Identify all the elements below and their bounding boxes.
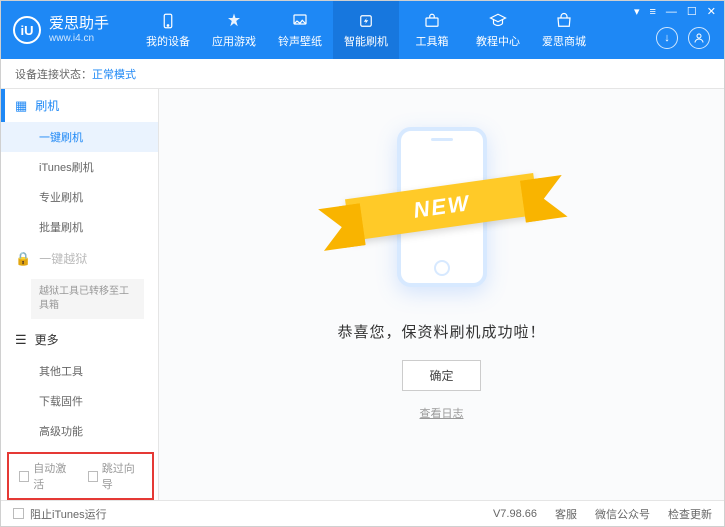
view-log-link[interactable]: 查看日志 [420,405,464,421]
sidebar-item-onekey-flash[interactable]: 一键刷机 [1,122,158,152]
footer-bar: 阻止iTunes运行 V7.98.66 客服 微信公众号 检查更新 [1,500,724,526]
tab-apps-games[interactable]: 应用游戏 [201,1,267,59]
download-icon[interactable]: ↓ [656,27,678,49]
tab-ringtones[interactable]: 铃声壁纸 [267,1,333,59]
sidebar-item-other-tools[interactable]: 其他工具 [1,356,158,386]
device-status-bar: 设备连接状态： 正常模式 [1,59,724,89]
tray-icon[interactable]: ≡ [649,6,655,18]
status-mode: 正常模式 [92,66,136,82]
sidebar-head-flash[interactable]: ▦ 刷机 [1,89,158,122]
maximize-icon[interactable]: ☐ [687,5,697,18]
options-highlight-box: 自动激活 跳过向导 [7,452,154,500]
footer-link-update[interactable]: 检查更新 [668,506,712,522]
success-illustration: NEW [332,117,552,297]
version-label: V7.98.66 [493,508,537,520]
footer-link-wechat[interactable]: 微信公众号 [595,506,650,522]
sidebar-item-advanced[interactable]: 高级功能 [1,416,158,446]
footer-link-support[interactable]: 客服 [555,506,577,522]
sidebar-item-download-firmware[interactable]: 下载固件 [1,386,158,416]
app-name: 爱思助手 [49,16,109,33]
logo-icon: iU [13,16,41,44]
success-message: 恭喜您，保资料刷机成功啦！ [337,321,545,342]
tab-store[interactable]: 爱思商城 [531,1,597,59]
sidebar-item-batch-flash[interactable]: 批量刷机 [1,212,158,242]
tab-smart-flash[interactable]: 智能刷机 [333,1,399,59]
sidebar: ▦ 刷机 一键刷机 iTunes刷机 专业刷机 批量刷机 🔒 一键越狱 越狱工具… [1,89,159,500]
flash-icon: ▦ [15,98,27,114]
tab-tutorials[interactable]: 教程中心 [465,1,531,59]
sidebar-item-itunes-flash[interactable]: iTunes刷机 [1,152,158,182]
sidebar-head-more[interactable]: ☰ 更多 [1,323,158,356]
more-icon: ☰ [15,332,27,348]
close-icon[interactable]: ✕ [707,5,716,18]
main-content: NEW 恭喜您，保资料刷机成功啦！ 确定 查看日志 [159,89,724,500]
app-url: www.i4.cn [49,33,109,44]
sidebar-item-pro-flash[interactable]: 专业刷机 [1,182,158,212]
minimize-icon[interactable]: — [666,6,677,18]
checkbox-block-itunes[interactable]: 阻止iTunes运行 [13,506,107,522]
menu-icon[interactable]: ▾ [634,5,640,18]
tab-toolbox[interactable]: 工具箱 [399,1,465,59]
checkbox-auto-activate[interactable]: 自动激活 [19,460,74,492]
title-bar: iU 爱思助手 www.i4.cn 我的设备 应用游戏 铃声壁纸 智能刷机 工具… [1,1,724,59]
window-controls: ▾ ≡ — ☐ ✕ [634,5,716,18]
nav-tabs: 我的设备 应用游戏 铃声壁纸 智能刷机 工具箱 教程中心 爱思商城 [135,1,597,59]
jailbreak-note: 越狱工具已转移至工具箱 [31,279,144,319]
sidebar-head-jailbreak: 🔒 一键越狱 [1,242,158,275]
checkbox-skip-guide[interactable]: 跳过向导 [88,460,143,492]
confirm-button[interactable]: 确定 [402,360,480,391]
tab-my-device[interactable]: 我的设备 [135,1,201,59]
logo: iU 爱思助手 www.i4.cn [13,16,109,44]
user-icon[interactable] [688,27,710,49]
lock-icon: 🔒 [15,251,31,267]
